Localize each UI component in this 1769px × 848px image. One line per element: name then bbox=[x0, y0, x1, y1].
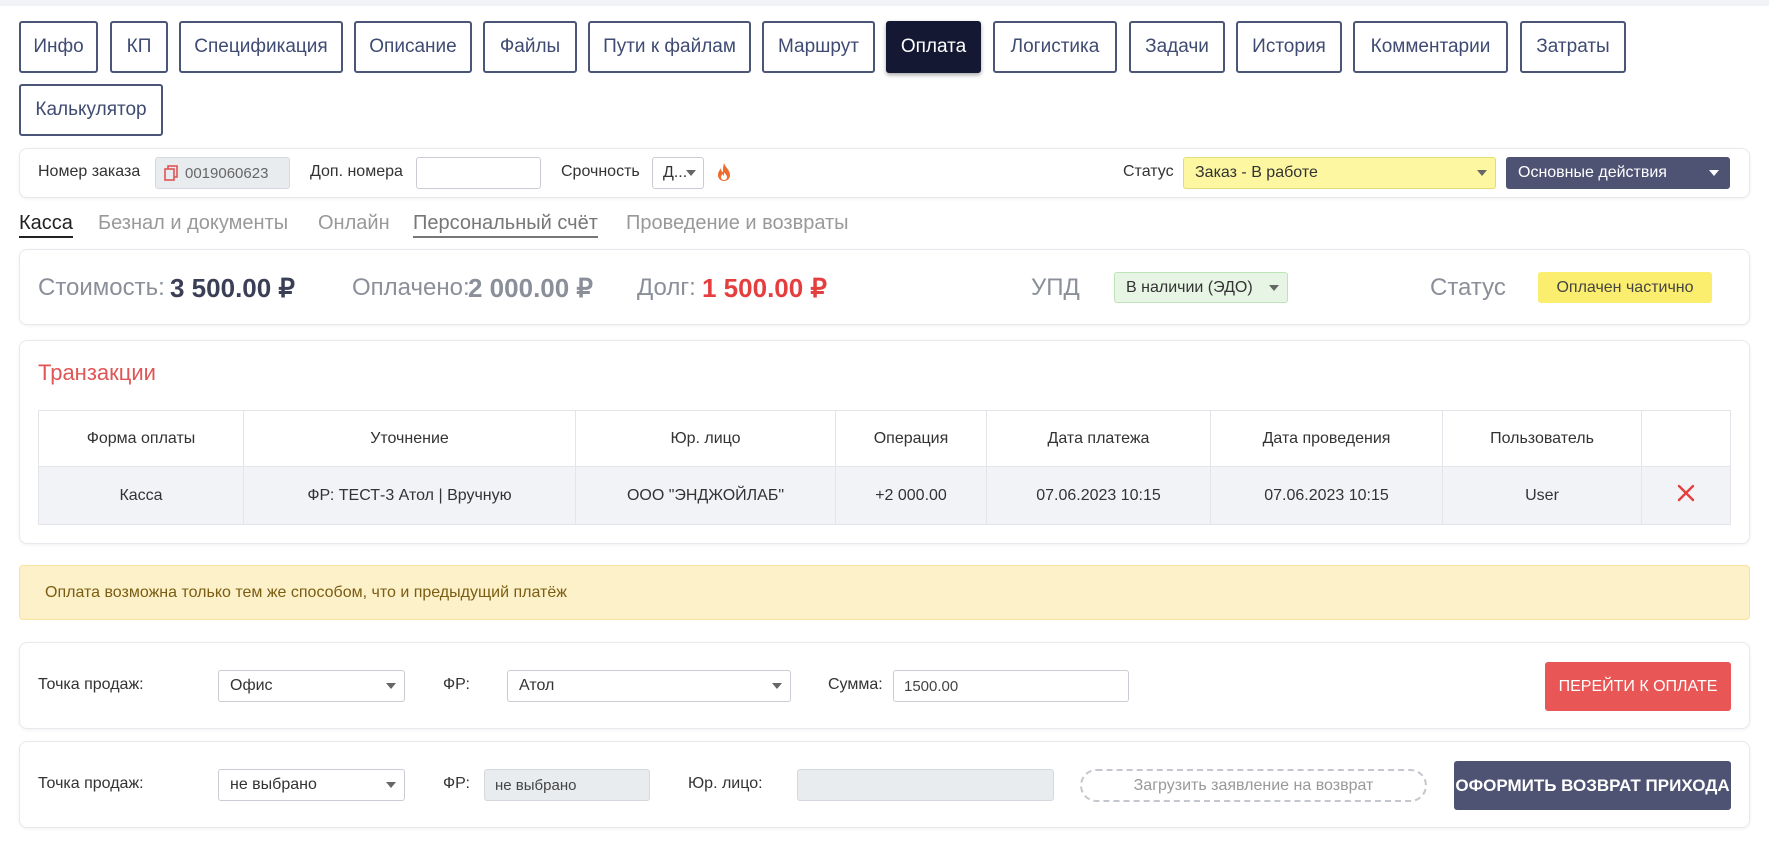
upd-select[interactable]: В наличии (ЭДО) bbox=[1114, 272, 1288, 303]
clarification-cell: ФР: ТЕСТ-3 Атол | Вручную bbox=[243, 466, 576, 525]
delete-cell bbox=[1641, 466, 1731, 525]
upd-label: УПД bbox=[1031, 274, 1080, 301]
table-row: Касса ФР: ТЕСТ-3 Атол | Вручную ООО "ЭНД… bbox=[38, 466, 1731, 525]
urgency-label[interactable]: Срочность bbox=[561, 163, 640, 181]
column-header: Дата платежа bbox=[986, 410, 1211, 467]
debt-label: Долг: bbox=[637, 274, 696, 301]
refund-pos-value: не выбрано bbox=[230, 776, 317, 793]
tab-info[interactable]: Инфо bbox=[19, 21, 98, 73]
refund-fr-field: не выбрано bbox=[484, 769, 650, 801]
column-header: Юр. лицо bbox=[575, 410, 836, 467]
refund-pos-select[interactable]: не выбрано bbox=[218, 769, 405, 801]
top-strip bbox=[0, 0, 1769, 6]
chevron-down-icon bbox=[1269, 284, 1279, 291]
payment-date-cell: 07.06.2023 10:15 bbox=[986, 466, 1211, 525]
sum-input[interactable]: 1500.00 bbox=[893, 670, 1129, 702]
table-header-row: Форма оплаты Уточнение Юр. лицо Операция… bbox=[38, 410, 1731, 467]
column-header: Операция bbox=[835, 410, 987, 467]
tab-costs[interactable]: Затраты bbox=[1520, 21, 1626, 73]
refund-receipt-button[interactable]: ОФОРМИТЬ ВОЗВРАТ ПРИХОДА bbox=[1454, 761, 1731, 810]
extra-numbers-label: Доп. номера bbox=[310, 163, 403, 180]
posting-date-cell: 07.06.2023 10:15 bbox=[1210, 466, 1443, 525]
refund-fr-label: ФР: bbox=[443, 775, 470, 792]
order-number-field[interactable]: 0019060623 bbox=[155, 157, 290, 189]
main-actions-label: Основные действия bbox=[1518, 164, 1667, 181]
subtab-cash[interactable]: Касса bbox=[19, 212, 73, 238]
upload-refund-statement[interactable]: Загрузить заявление на возврат bbox=[1080, 769, 1427, 802]
refund-entity-field bbox=[797, 769, 1054, 801]
pos-value: Офис bbox=[230, 677, 273, 694]
chevron-down-icon bbox=[1477, 170, 1487, 176]
paid-label: Оплачено: bbox=[352, 274, 470, 301]
main-actions-button[interactable]: Основные действия bbox=[1506, 157, 1730, 189]
cost-value: 3 500.00 ₽ bbox=[170, 273, 295, 303]
tab-specification[interactable]: Спецификация bbox=[179, 21, 343, 73]
tab-logistics[interactable]: Логистика bbox=[993, 21, 1117, 73]
status-label: Статус bbox=[1123, 163, 1174, 180]
tab-calculator[interactable]: Калькулятор bbox=[19, 84, 163, 136]
column-header: Уточнение bbox=[243, 410, 576, 467]
column-header: Дата проведения bbox=[1210, 410, 1443, 467]
urgency-value: Д... bbox=[663, 164, 688, 181]
column-header: Форма оплаты bbox=[38, 410, 244, 467]
tab-kp[interactable]: КП bbox=[110, 21, 168, 73]
chevron-down-icon bbox=[386, 782, 396, 788]
payment-form-cell: Касса bbox=[38, 466, 244, 525]
sum-label: Сумма: bbox=[828, 676, 883, 693]
fr-label: ФР: bbox=[443, 676, 470, 693]
tab-comments[interactable]: Комментарии bbox=[1353, 21, 1508, 73]
chevron-down-icon bbox=[1709, 170, 1719, 176]
tab-description[interactable]: Описание bbox=[354, 21, 472, 73]
status-select[interactable]: Заказ - В работе bbox=[1183, 157, 1496, 189]
user-cell: User bbox=[1442, 466, 1642, 525]
extra-numbers-input[interactable] bbox=[416, 157, 541, 189]
chevron-down-icon bbox=[686, 170, 696, 176]
urgency-select[interactable]: Д... bbox=[652, 157, 704, 189]
fr-select[interactable]: Атол bbox=[507, 670, 791, 702]
go-to-payment-button[interactable]: ПЕРЕЙТИ К ОПЛАТЕ bbox=[1545, 662, 1731, 711]
pos-label: Точка продаж: bbox=[38, 676, 144, 693]
fr-value: Атол bbox=[519, 677, 555, 694]
tab-payment[interactable]: Оплата bbox=[886, 21, 981, 73]
subtab-online[interactable]: Онлайн bbox=[318, 212, 390, 235]
copy-icon[interactable] bbox=[164, 165, 178, 181]
payment-status-label: Статус bbox=[1430, 274, 1506, 301]
debt-value: 1 500.00 ₽ bbox=[702, 273, 827, 303]
close-icon[interactable] bbox=[1677, 484, 1695, 502]
fire-icon bbox=[716, 162, 732, 182]
tab-route[interactable]: Маршрут bbox=[762, 21, 875, 73]
transactions-title: Транзакции bbox=[38, 360, 156, 385]
chevron-down-icon bbox=[772, 683, 782, 689]
refund-pos-label: Точка продаж: bbox=[38, 775, 144, 792]
tab-tasks[interactable]: Задачи bbox=[1129, 21, 1225, 73]
subtab-personal-account[interactable]: Персональный счёт bbox=[413, 212, 598, 238]
pos-select[interactable]: Офис bbox=[218, 670, 405, 702]
chevron-down-icon bbox=[386, 683, 396, 689]
payment-method-alert: Оплата возможна только тем же способом, … bbox=[19, 565, 1750, 620]
refund-entity-label: Юр. лицо: bbox=[688, 775, 763, 792]
order-number-value: 0019060623 bbox=[185, 164, 269, 182]
column-header bbox=[1641, 410, 1731, 467]
order-number-label: Номер заказа bbox=[38, 163, 141, 180]
tab-files[interactable]: Файлы bbox=[483, 21, 577, 73]
operation-cell: +2 000.00 bbox=[835, 466, 987, 525]
tab-history[interactable]: История bbox=[1236, 21, 1342, 73]
paid-value: 2 000.00 ₽ bbox=[468, 273, 593, 303]
status-value: Заказ - В работе bbox=[1195, 164, 1318, 181]
column-header: Пользователь bbox=[1442, 410, 1642, 467]
payment-status-badge: Оплачен частично bbox=[1538, 272, 1712, 303]
upd-value: В наличии (ЭДО) bbox=[1126, 278, 1253, 296]
subtab-cashless[interactable]: Безнал и документы bbox=[98, 212, 288, 235]
tab-file-paths[interactable]: Пути к файлам bbox=[588, 21, 751, 73]
subtab-posting-refunds[interactable]: Проведение и возвраты bbox=[626, 212, 849, 235]
legal-entity-cell: ООО "ЭНДЖОЙЛАБ" bbox=[575, 466, 836, 525]
cost-label: Стоимость: bbox=[38, 274, 165, 301]
transactions-table: Форма оплаты Уточнение Юр. лицо Операция… bbox=[38, 410, 1731, 525]
